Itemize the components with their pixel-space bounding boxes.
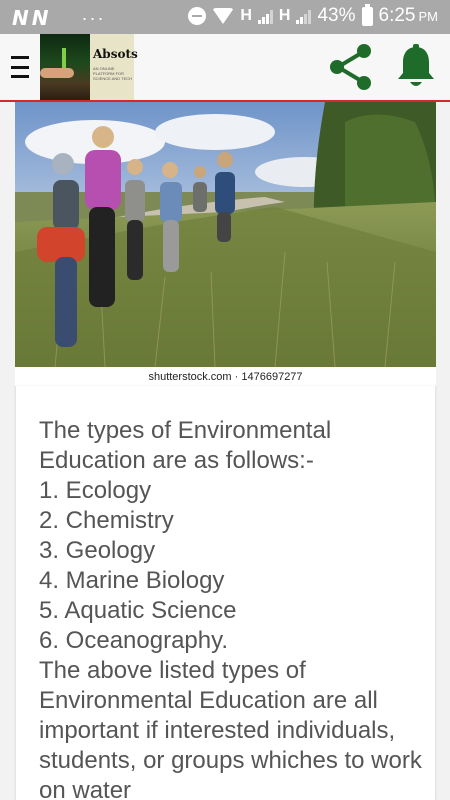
clock: 6:25 <box>378 5 416 26</box>
network-type-label: H <box>240 7 252 24</box>
signal-icon <box>296 8 312 24</box>
network-type-label: H <box>278 7 291 24</box>
logo-subtitle: AN ONLINE PLATFORM FOR SCIENCE AND TECH <box>93 66 133 81</box>
photo-caption: shutterstock.com · 1476697277 <box>148 371 303 383</box>
article-card: The types of Environmental Education are… <box>15 386 436 800</box>
wifi-icon <box>212 8 235 24</box>
article-photo <box>15 102 436 367</box>
article-paragraph: The types of Environmental Education are… <box>39 417 332 474</box>
status-bar: N N ··· H H 43% 6:25 PM <box>0 0 450 34</box>
list-item: 6. Oceanography. <box>39 627 229 654</box>
article-text: The types of Environmental Education are… <box>39 416 424 800</box>
list-item: 5. Aquatic Science <box>39 597 237 624</box>
list-item: 1. Ecology <box>39 477 152 504</box>
article-paragraph-2: The above listed types of Environmental … <box>39 657 422 800</box>
list-item: 2. Chemistry <box>39 507 174 534</box>
logo-title: Absots <box>93 47 138 61</box>
list-item: 3. Geology <box>39 537 156 564</box>
app-logo[interactable]: Absots AN ONLINE PLATFORM FOR SCIENCE AN… <box>40 34 138 100</box>
notification-icon: N <box>31 6 49 30</box>
battery-icon <box>361 3 373 26</box>
battery-percent: 43% <box>317 5 356 26</box>
signal-icon <box>257 8 273 24</box>
list-item: 4. Marine Biology <box>39 567 225 594</box>
notification-icon: N <box>12 6 29 30</box>
hamburger-menu-icon[interactable] <box>11 56 29 78</box>
clock-ampm: PM <box>418 8 439 24</box>
do-not-disturb-icon <box>188 7 207 25</box>
logo-image <box>40 34 90 100</box>
more-notifications-icon: ··· <box>81 7 106 28</box>
share-icon[interactable] <box>325 42 375 92</box>
notification-bell-icon[interactable] <box>395 44 437 90</box>
